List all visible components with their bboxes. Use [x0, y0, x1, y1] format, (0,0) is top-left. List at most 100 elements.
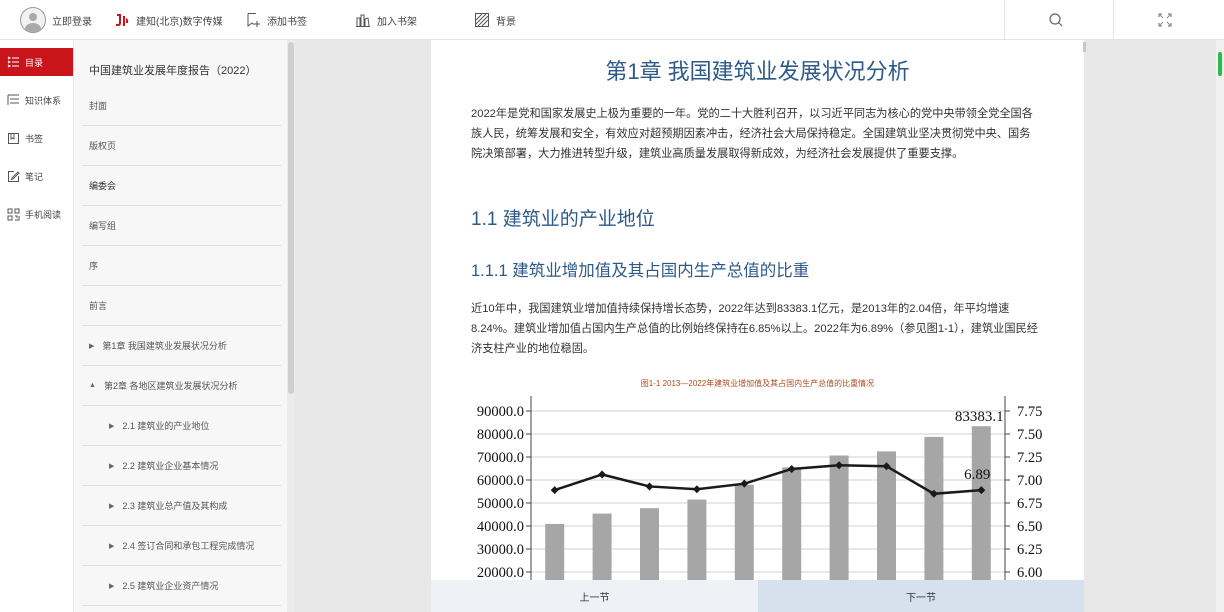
page-scrollbar[interactable] [1216, 40, 1224, 612]
intro-paragraph: 2022年是党和国家发展史上极为重要的一年。党的二十大胜利召开，以习近平同志为核… [471, 108, 1033, 161]
login-label: 立即登录 [52, 16, 92, 28]
expand-arrow-icon: ▶ [109, 462, 115, 470]
reading-page: 第1章 我国建筑业发展状况分析 2022年是党和国家发展史上极为重要的一年。党的… [431, 40, 1084, 580]
expand-arrow-icon: ▶ [109, 422, 115, 430]
chart-bar [545, 523, 565, 580]
page-scrollbar-thumb[interactable] [1218, 52, 1222, 76]
bookmark-icon [6, 131, 20, 145]
background-label: 背景 [496, 16, 516, 28]
add-shelf-label: 加入书架 [377, 16, 417, 28]
toc-item-foreword[interactable]: 前言 [82, 286, 281, 326]
chart-bar [687, 499, 707, 580]
toc-item-label: 封面 [89, 101, 108, 111]
rail-item-label: 笔记 [25, 171, 44, 182]
rail-item-mobile-read[interactable]: 手机阅读 [0, 200, 73, 228]
toc-item-label: 序 [89, 261, 99, 271]
side-rail: 目录 知识体系 书签 笔记 手机阅读 [0, 40, 73, 612]
rail-item-bookmark[interactable]: 书签 [0, 124, 73, 152]
top-toolbar: 立即登录 建知(北京)数字传媒 添加书签 加入书架 背景 [0, 0, 1224, 40]
avatar-icon [20, 7, 46, 33]
toc-item-editorial-board[interactable]: 编委会 [82, 166, 281, 206]
toc-item-preface[interactable]: 序 [82, 246, 281, 286]
toolbar-divider [1004, 0, 1005, 40]
fullscreen-button[interactable] [1158, 0, 1172, 40]
y-axis-right-tick-label: 7.75 [1017, 404, 1042, 420]
toc-item-label: 2.3 建筑业总产值及其构成 [122, 501, 228, 511]
add-shelf-button[interactable]: 加入书架 [355, 0, 417, 40]
chart-line-point [692, 485, 701, 494]
y-axis-right-tick-label: 6.25 [1017, 542, 1042, 558]
toc-item-copyright[interactable]: 版权页 [82, 126, 281, 166]
y-axis-right-tick-label: 7.25 [1017, 450, 1042, 466]
rail-item-label: 书签 [25, 133, 44, 144]
y-axis-right-tick-label: 6.00 [1017, 565, 1042, 580]
y-axis-left-tick-label: 40000.0 [477, 519, 524, 535]
y-axis-right-tick-label: 6.75 [1017, 496, 1042, 512]
toolbar-divider [1113, 0, 1114, 40]
collapse-arrow-icon: ▲ [89, 382, 96, 389]
add-bookmark-button[interactable]: 添加书签 [245, 0, 307, 40]
toc-item-label: 编委会 [89, 181, 117, 191]
y-axis-right-tick-label: 6.50 [1017, 519, 1042, 535]
toc-item-2-1[interactable]: ▶ 2.1 建筑业的产业地位 [82, 406, 281, 446]
chart-bar [782, 467, 802, 580]
toc-item-2-3[interactable]: ▶ 2.3 建筑业总产值及其构成 [82, 486, 281, 526]
rail-item-toc[interactable]: 目录 [0, 48, 73, 76]
y-axis-right-tick-label: 7.00 [1017, 473, 1042, 489]
knowledge-tree-icon [6, 93, 20, 107]
toc-scrollbar-thumb[interactable] [288, 42, 294, 394]
expand-arrow-icon: ▶ [109, 582, 115, 590]
chart-line-point [645, 482, 654, 491]
search-icon [1049, 13, 1063, 27]
y-axis-right-tick-label: 7.50 [1017, 427, 1042, 443]
toc-item-label: 2.4 签订合同和承包工程完成情况 [122, 541, 255, 551]
add-bookmark-icon [247, 13, 260, 27]
publisher-logo-icon [116, 14, 129, 26]
y-axis-left-tick-label: 60000.0 [477, 473, 524, 489]
rail-item-label: 目录 [25, 57, 44, 68]
book-title[interactable]: 中国建筑业发展年度报告（2022） [89, 62, 256, 78]
toc-item-label: 前言 [89, 301, 108, 311]
expand-arrow-icon: ▶ [109, 542, 115, 550]
login-button[interactable]: 立即登录 [20, 0, 92, 40]
toc-item-chapter-1[interactable]: ▶ 第1章 我国建筑业发展状况分析 [82, 326, 281, 366]
rail-item-label: 知识体系 [25, 95, 62, 106]
toc-scrollbar[interactable] [287, 40, 295, 612]
page-resize-handle[interactable] [1083, 42, 1086, 52]
next-section-button[interactable]: 下一节 [758, 580, 1084, 612]
chart-bar [640, 508, 659, 580]
rail-item-knowledge[interactable]: 知识体系 [0, 86, 73, 114]
bar-data-label: 83383.1 [955, 409, 1004, 425]
chart-line-point [550, 486, 559, 495]
expand-arrow-icon: ▶ [89, 342, 95, 350]
toc-item-chapter-2[interactable]: ▲ 第2章 各地区建筑业发展状况分析 [82, 366, 281, 406]
line-data-label: 6.89 [964, 467, 990, 483]
y-axis-left-tick-label: 80000.0 [477, 427, 524, 443]
y-axis-left-tick-label: 70000.0 [477, 450, 524, 466]
prev-section-button[interactable]: 上一节 [431, 580, 758, 612]
toc-item-2-4[interactable]: ▶ 2.4 签订合同和承包工程完成情况 [82, 526, 281, 566]
toc-list-icon [6, 55, 20, 69]
y-axis-left-tick-label: 30000.0 [477, 542, 524, 558]
expand-arrow-icon: ▶ [109, 502, 115, 510]
toc-item-cover[interactable]: 封面 [82, 86, 281, 126]
publisher-link[interactable]: 建知(北京)数字传媒 [114, 0, 223, 40]
background-button[interactable]: 背景 [474, 0, 516, 40]
figure-title: 图1-1 2013—2022年建筑业增加值及其占国内生产总值的比重情况 [640, 379, 875, 388]
toc-item-label: 第2章 各地区建筑业发展状况分析 [103, 381, 238, 391]
publisher-label: 建知(北京)数字传媒 [136, 16, 223, 28]
rail-item-notes[interactable]: 笔记 [0, 162, 73, 190]
figure-chart: 90000.0 80000.0 70000.0 60000.0 50000.0 40000… [477, 396, 1042, 580]
toc-item-label: 2.1 建筑业的产业地位 [122, 421, 210, 431]
toc-item-2-2[interactable]: ▶ 2.2 建筑业企业基本情况 [82, 446, 281, 486]
chart-bar [592, 513, 612, 580]
chart-bar [829, 455, 849, 580]
search-button[interactable] [1048, 0, 1064, 40]
y-axis-left-tick-label: 50000.0 [477, 496, 524, 512]
bookshelf-icon [356, 14, 370, 27]
qrcode-icon [6, 207, 20, 221]
chart-line-point [598, 470, 607, 479]
toc-item-2-5[interactable]: ▶ 2.5 建筑业企业资产情况 [82, 566, 281, 606]
toc-item-writing-group[interactable]: 编写组 [82, 206, 281, 246]
rail-item-label: 手机阅读 [25, 209, 62, 220]
